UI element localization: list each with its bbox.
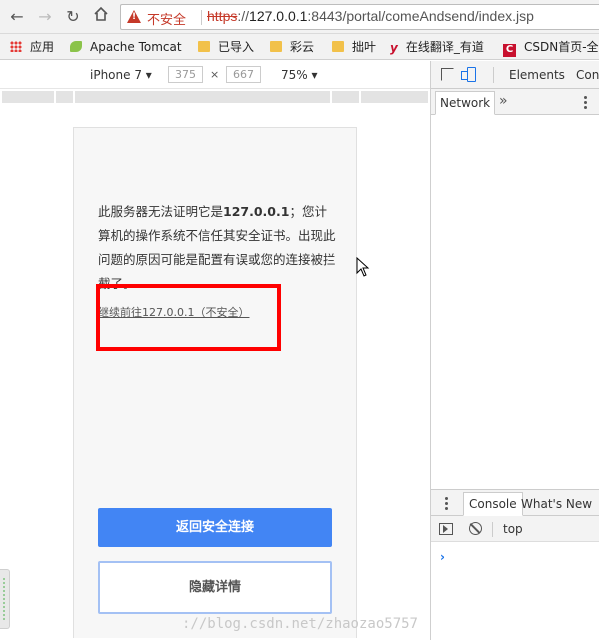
devtools-panel: Elements Cons Network » Console What's N…: [430, 61, 599, 640]
bookmark-caiyun[interactable]: 彩云: [270, 39, 314, 55]
media-query-bar[interactable]: [0, 89, 430, 105]
console-drawer: Console What's New top ›: [431, 489, 599, 640]
bookmark-label: 在线翻译_有道: [405, 40, 484, 54]
drawer-menu-icon[interactable]: [445, 497, 448, 500]
tab-whats-new[interactable]: What's New: [521, 497, 592, 511]
bookmark-apps[interactable]: 应用: [10, 39, 54, 55]
tab-console-drawer[interactable]: Console: [463, 492, 523, 516]
media-query-segment[interactable]: [332, 91, 359, 103]
folder-icon: [270, 41, 282, 52]
bookmark-label: CSDN首页-全: [524, 40, 599, 54]
url-scheme: https: [207, 8, 238, 24]
device-select[interactable]: iPhone 7 ▾: [90, 68, 152, 82]
bookmark-csdn[interactable]: C CSDN首页-全: [503, 39, 599, 57]
zoom-select[interactable]: 75% ▾: [281, 68, 318, 82]
drawer-tabbar: Console What's New: [431, 490, 599, 516]
kebab-menu-icon[interactable]: [584, 96, 587, 99]
tab-elements[interactable]: Elements: [509, 68, 565, 82]
inspect-element-icon[interactable]: [441, 68, 454, 81]
dropdown-triangle-icon: ▾: [311, 68, 318, 82]
media-query-segment[interactable]: [361, 91, 428, 103]
back-to-safety-button[interactable]: 返回安全连接: [98, 508, 332, 547]
bookmark-label: 拙叶: [352, 40, 377, 54]
warning-icon: !: [127, 10, 141, 23]
bookmark-label: 已导入: [218, 40, 255, 54]
toolbar-divider: [493, 67, 494, 83]
hide-details-button[interactable]: 隐藏详情: [98, 561, 332, 614]
url-path: :8443/portal/comeAndsend/index.jsp: [307, 8, 534, 24]
resize-handle[interactable]: [0, 569, 10, 629]
bookmark-label: 应用: [30, 40, 55, 54]
console-prompt-icon[interactable]: ›: [440, 550, 445, 564]
address-bar[interactable]: ! 不安全 https://127.0.0.1:8443/portal/come…: [120, 4, 599, 30]
browser-toolbar: ← → ↻ ! 不安全 https://127.0.0.1:8443/porta…: [0, 0, 599, 34]
tab-console[interactable]: Cons: [576, 68, 599, 82]
toolbar-divider: [492, 522, 493, 537]
dimension-separator: ×: [210, 68, 220, 81]
home-icon[interactable]: [90, 6, 112, 28]
panel-tabbar: Network »: [431, 89, 599, 115]
devtools-toolbar: Elements Cons: [431, 61, 599, 89]
tomcat-icon: [70, 41, 82, 52]
mouse-cursor-icon: [356, 256, 370, 280]
message-host: 127.0.0.1: [223, 204, 290, 219]
csdn-icon: C: [503, 44, 516, 57]
clear-console-icon[interactable]: [469, 522, 482, 535]
context-select[interactable]: top: [503, 522, 523, 536]
media-query-segment[interactable]: [56, 91, 73, 103]
back-arrow-icon[interactable]: ←: [6, 6, 28, 28]
url-scheme-separator: ://: [237, 8, 250, 24]
media-query-segment[interactable]: [2, 91, 54, 103]
highlight-rectangle: [96, 284, 281, 351]
forward-arrow-icon[interactable]: →: [34, 6, 56, 28]
bookmark-zhuoye[interactable]: 拙叶: [332, 39, 376, 55]
bookmark-youdao[interactable]: y 在线翻译_有道: [390, 39, 484, 55]
watermark: ://blog.csdn.net/zhaozao5757: [181, 616, 418, 632]
bookmark-label: Apache Tomcat: [90, 40, 182, 54]
apps-grid-icon: [10, 41, 22, 52]
media-query-segment[interactable]: [75, 91, 330, 103]
dropdown-triangle-icon: ▾: [145, 68, 152, 82]
bookmarks-bar: 应用 Apache Tomcat 已导入 彩云 拙叶 y 在线翻译_有道 C CSD…: [0, 34, 599, 60]
width-input[interactable]: 375: [168, 66, 203, 83]
phone-screen: 此服务器无法证明它是127.0.0.1；您计算机的操作系统不信任其安全证书。出现…: [73, 127, 357, 638]
emulated-viewport: 此服务器无法证明它是127.0.0.1；您计算机的操作系统不信任其安全证书。出现…: [0, 106, 430, 640]
reload-icon[interactable]: ↻: [62, 6, 84, 28]
url-host: 127.0.0.1: [249, 8, 308, 24]
device-name: iPhone 7: [90, 68, 142, 82]
bookmark-imported[interactable]: 已导入: [198, 39, 254, 55]
console-toolbar: top: [431, 516, 599, 542]
youdao-icon: y: [390, 41, 398, 55]
omnibox-divider: [201, 10, 202, 25]
height-input[interactable]: 667: [226, 66, 261, 83]
more-tabs-icon[interactable]: »: [499, 93, 508, 109]
bookmark-label: 彩云: [290, 40, 315, 54]
message-prefix: 此服务器无法证明它是: [98, 204, 224, 219]
security-status[interactable]: 不安全: [147, 9, 186, 28]
device-mode-icon[interactable]: [461, 67, 476, 82]
device-toolbar: iPhone 7 ▾ 375 × 667 75% ▾: [0, 61, 430, 89]
url-text[interactable]: https://127.0.0.1:8443/portal/comeAndsen…: [207, 8, 534, 24]
tab-network[interactable]: Network: [435, 91, 496, 115]
zoom-value: 75%: [281, 68, 308, 82]
bookmark-apache-tomcat[interactable]: Apache Tomcat: [70, 39, 182, 55]
console-sidebar-icon[interactable]: [439, 523, 453, 535]
interstitial-message: 此服务器无法证明它是127.0.0.1；您计算机的操作系统不信任其安全证书。出现…: [98, 200, 336, 296]
folder-icon: [198, 41, 210, 52]
folder-icon: [332, 41, 344, 52]
